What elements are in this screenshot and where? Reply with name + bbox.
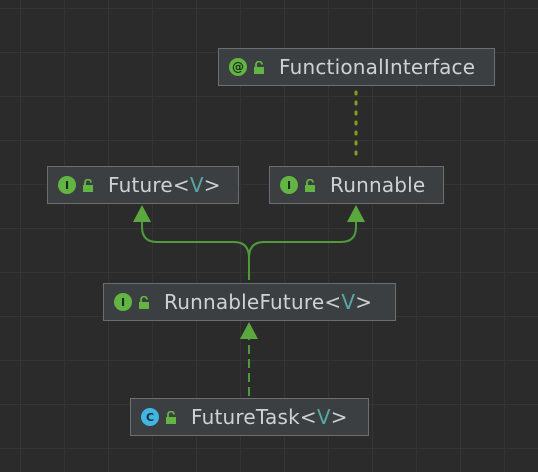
type-parameter: V (316, 405, 331, 429)
node-label: FutureTask<V> (191, 405, 348, 429)
node-label: RunnableFuture<V> (164, 290, 373, 314)
class-icon: C (141, 408, 159, 426)
interface-icon: I (114, 293, 132, 311)
annotation-icon: @ (229, 58, 247, 76)
arrowhead-future (133, 205, 151, 222)
node-future[interactable]: I Future<V> (47, 166, 239, 204)
node-label: FunctionalInterface (279, 55, 476, 79)
arrowhead-runnable (347, 205, 365, 222)
lock-open-icon (166, 410, 176, 424)
extends-edge-future (141, 215, 250, 280)
arrowhead-runnable-future (240, 322, 258, 339)
node-runnable[interactable]: I Runnable (269, 166, 444, 204)
lock-open-icon (83, 178, 93, 192)
type-parameter: V (189, 173, 204, 197)
lock-open-icon (254, 60, 264, 74)
interface-icon: I (280, 176, 298, 194)
interface-icon: I (58, 176, 76, 194)
type-parameter: V (341, 290, 356, 314)
node-label: Runnable (330, 173, 426, 197)
lock-open-icon (305, 178, 315, 192)
node-runnable-future[interactable]: I RunnableFuture<V> (103, 283, 396, 321)
node-label: Future<V> (108, 173, 221, 197)
extends-edge-runnable (248, 215, 357, 259)
lock-open-icon (139, 295, 149, 309)
node-functional-interface[interactable]: @ FunctionalInterface (218, 48, 495, 86)
node-future-task[interactable]: C FutureTask<V> (130, 398, 369, 436)
